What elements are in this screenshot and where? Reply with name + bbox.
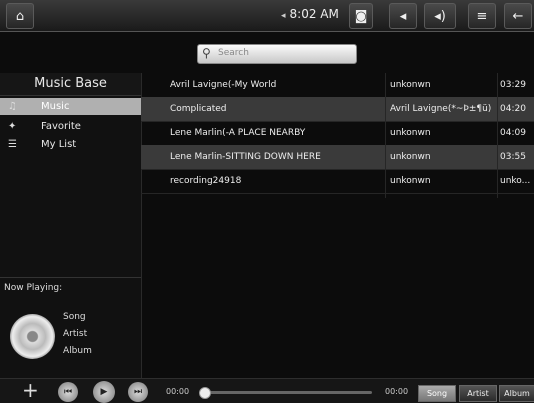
home-icon: ⌂ xyxy=(15,8,25,24)
back-icon: ← xyxy=(512,8,524,24)
add-button[interactable]: + xyxy=(22,380,39,400)
column-divider xyxy=(497,73,498,198)
volume-down-icon: ◂ xyxy=(399,8,407,24)
track-duration: unko... xyxy=(500,176,531,186)
track-duration: 03:55 xyxy=(500,152,526,162)
table-row[interactable]: Lene Marlin(-A PLACE NEARBY unkonwn 04:0… xyxy=(141,121,534,146)
sidebar-item-label: Favorite xyxy=(41,121,81,132)
list-icon: ☰ xyxy=(8,139,17,150)
back-button[interactable]: ← xyxy=(504,3,532,29)
previous-icon: ⏮ xyxy=(63,387,73,397)
track-title: Lene Marlin-SITTING DOWN HERE xyxy=(170,152,321,162)
signal-icon: ◂ xyxy=(281,11,286,21)
track-duration: 04:20 xyxy=(500,104,526,114)
sidebar-item-favorite[interactable]: ✦ Favorite xyxy=(0,118,141,135)
next-icon: ⏭ xyxy=(133,387,143,397)
sidebar-item-label: Music xyxy=(41,101,70,112)
track-artist: unkonwn xyxy=(390,176,431,186)
album-art xyxy=(10,314,55,359)
track-duration: 04:09 xyxy=(500,128,526,138)
menu-icon: ≡ xyxy=(476,8,488,24)
menu-button[interactable]: ≡ xyxy=(468,3,496,29)
track-artist: unkonwn xyxy=(390,152,431,162)
progress-knob[interactable] xyxy=(199,387,211,399)
track-duration: 03:29 xyxy=(500,80,526,90)
music-note-icon: ♫ xyxy=(8,101,17,112)
sidebar-item-label: My List xyxy=(41,139,77,150)
volume-up-button[interactable]: ◂) xyxy=(424,3,456,29)
clock: ◂ 8:02 AM xyxy=(281,7,339,21)
star-icon: ✦ xyxy=(8,121,17,132)
tab-artist[interactable]: Artist xyxy=(459,385,497,402)
now-playing-song: Song xyxy=(63,312,86,322)
track-title: Avril Lavigne(-My World xyxy=(170,80,277,90)
search-input[interactable]: ⚲ Search xyxy=(197,44,357,64)
track-title: recording24918 xyxy=(170,176,242,186)
track-artist: unkonwn xyxy=(390,80,431,90)
next-button[interactable]: ⏭ xyxy=(128,382,148,402)
search-icon: ⚲ xyxy=(202,46,211,60)
progress-track[interactable] xyxy=(202,391,372,394)
divider xyxy=(0,277,141,278)
now-playing-artist: Artist xyxy=(63,329,88,339)
sidebar-item-my-list[interactable]: ☰ My List xyxy=(0,136,141,153)
track-title: Lene Marlin(-A PLACE NEARBY xyxy=(170,128,306,138)
column-divider xyxy=(385,73,386,198)
previous-button[interactable]: ⏮ xyxy=(58,382,78,402)
now-playing-album: Album xyxy=(63,346,92,356)
track-title: Complicated xyxy=(170,104,227,114)
track-artist: Avril Lavigne(*~Þ±¶ü) xyxy=(390,104,492,114)
sidebar: Music Base ♫ Music ✦ Favorite ☰ My List … xyxy=(0,73,142,378)
table-row[interactable]: Complicated Avril Lavigne(*~Þ±¶ü) 04:20 xyxy=(141,97,534,122)
now-playing-label: Now Playing: xyxy=(4,283,63,293)
sidebar-item-music[interactable]: ♫ Music xyxy=(0,98,141,115)
camera-icon: ◙ xyxy=(354,8,368,24)
play-icon: ▶ xyxy=(100,387,108,397)
sidebar-title: Music Base xyxy=(0,73,141,96)
search-placeholder: Search xyxy=(218,48,249,58)
tab-album[interactable]: Album xyxy=(499,385,534,402)
track-artist: unkonwn xyxy=(390,128,431,138)
table-row[interactable]: Lene Marlin-SITTING DOWN HERE unkonwn 03… xyxy=(141,145,534,170)
table-row[interactable]: Avril Lavigne(-My World unkonwn 03:29 xyxy=(141,73,534,98)
time-total: 00:00 xyxy=(385,387,409,396)
volume-down-button[interactable]: ◂ xyxy=(389,3,417,29)
volume-up-icon: ◂) xyxy=(434,8,446,24)
camera-button[interactable]: ◙ xyxy=(349,3,373,29)
home-button[interactable]: ⌂ xyxy=(6,3,34,29)
table-row[interactable]: recording24918 unkonwn unko... xyxy=(141,169,534,194)
play-button[interactable]: ▶ xyxy=(93,381,115,403)
time-current: 00:00 xyxy=(166,387,190,396)
tab-song[interactable]: Song xyxy=(418,385,456,402)
music-player-screen: ⌂ ◂ 8:02 AM ◙ ◂ ◂) ≡ ← ⚲ Search Music Bas… xyxy=(0,0,534,403)
